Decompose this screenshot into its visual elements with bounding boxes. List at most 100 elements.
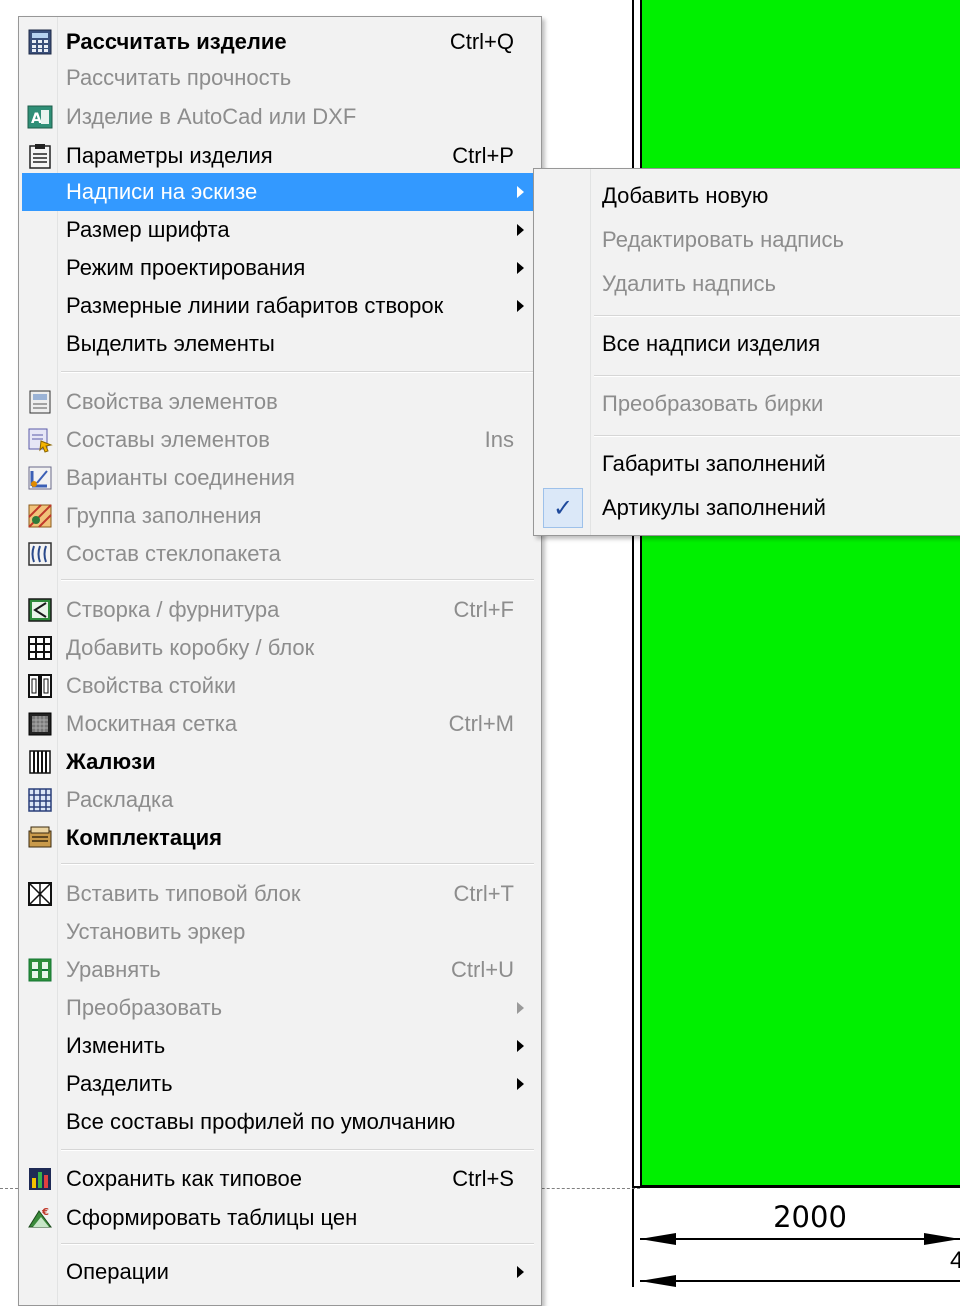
menu-item-export-autocad[interactable]: A Изделие в AutoCad или DXF: [22, 98, 538, 136]
menu-item-sash-dimension-lines[interactable]: Размерные линии габаритов створок: [22, 287, 538, 325]
menu-item-transform[interactable]: Преобразовать: [22, 989, 538, 1027]
submenu-arrow-icon: [517, 1078, 524, 1090]
menu-item-mullion-properties[interactable]: Свойства стойки: [22, 667, 538, 705]
menu-item-label: Составы элементов: [66, 427, 270, 452]
menu-item-kit[interactable]: Комплектация: [22, 819, 538, 857]
submenu-arrow-icon: [517, 1040, 524, 1052]
dimension-label-2: 4: [950, 1247, 960, 1274]
submenu-sketch-labels: Добавить новую Редактировать надпись Уда…: [533, 168, 960, 536]
menu-item-label: Размер шрифта: [66, 217, 230, 242]
menu-item-shortcut: Ctrl+S: [452, 1166, 514, 1191]
menu-item-calculate-product[interactable]: Рассчитать изделие Ctrl+Q: [22, 23, 538, 61]
menu-item-label: Параметры изделия: [66, 143, 273, 168]
menu-item-fill-group[interactable]: Группа заполнения: [22, 497, 538, 535]
kit-icon: [25, 824, 55, 852]
dimension-arrow-left-icon: [640, 1233, 676, 1245]
menu-item-label: Вставить типовой блок: [66, 881, 301, 906]
submenu-arrow-icon: [517, 1002, 524, 1014]
menu-item-font-size[interactable]: Размер шрифта: [22, 211, 538, 249]
submenu-arrow-icon: [517, 262, 524, 274]
autocad-icon: A: [25, 103, 55, 131]
menu-item-blinds[interactable]: Жалюзи: [22, 743, 538, 781]
menu-item-label: Раскладка: [66, 787, 174, 812]
menu-item-product-parameters[interactable]: Параметры изделия Ctrl+P: [22, 137, 538, 175]
dimension-line-2: [640, 1280, 960, 1282]
svg-text:A: A: [31, 111, 42, 127]
menu-item-label: Сформировать таблицы цен: [66, 1205, 358, 1230]
menu-item-connection-options[interactable]: Варианты соединения: [22, 459, 538, 497]
submenu-item-all-product-labels[interactable]: Все надписи изделия: [537, 322, 960, 366]
menu-item-label: Добавить новую: [602, 183, 769, 208]
menu-item-add-frame-block[interactable]: Добавить коробку / блок: [22, 629, 538, 667]
menu-item-element-compositions[interactable]: Составы элементов Ins: [22, 421, 538, 459]
calculator-icon: [25, 28, 55, 56]
menu-item-design-mode[interactable]: Режим проектирования: [22, 249, 538, 287]
menu-item-label: Комплектация: [66, 825, 222, 850]
menu-item-shortcut: Ctrl+Q: [449, 29, 514, 54]
menu-item-insert-typical-block[interactable]: Вставить типовой блок Ctrl+T: [22, 875, 538, 913]
menu-item-label: Надписи на эскизе: [66, 179, 258, 204]
menu-separator: [594, 375, 960, 377]
menu-item-label: Установить эркер: [66, 919, 246, 944]
submenu-item-delete-label[interactable]: Удалить надпись: [537, 262, 960, 306]
menu-item-label: Уравнять: [66, 957, 161, 982]
menu-item-label: Добавить коробку / блок: [66, 635, 315, 660]
menu-item-generate-price-tables[interactable]: € Сформировать таблицы цен: [22, 1199, 538, 1237]
menu-item-label: Разделить: [66, 1071, 173, 1096]
fill-group-icon: [25, 502, 55, 530]
menu-item-label: Рассчитать прочность: [66, 65, 292, 90]
menu-item-calculate-strength[interactable]: Рассчитать прочность: [22, 59, 538, 97]
properties-icon: [25, 388, 55, 416]
dimension-arrow-right-icon: [924, 1233, 960, 1245]
menu-item-shortcut: Ctrl+F: [453, 597, 515, 622]
submenu-arrow-icon: [517, 300, 524, 312]
menu-item-label: Габариты заполнений: [602, 451, 826, 476]
menu-item-element-properties[interactable]: Свойства элементов: [22, 383, 538, 421]
connection-icon: [25, 464, 55, 492]
menu-item-label: Редактировать надпись: [602, 227, 844, 252]
menu-item-label: Группа заполнения: [66, 503, 262, 528]
menu-item-save-as-typical[interactable]: Сохранить как типовое Ctrl+S: [22, 1160, 538, 1198]
menu-item-label: Состав стеклопакета: [66, 541, 281, 566]
menu-item-sketch-labels[interactable]: Надписи на эскизе: [22, 173, 538, 211]
menu-item-label: Все надписи изделия: [602, 331, 821, 356]
submenu-arrow-icon: [517, 186, 524, 198]
mosquito-net-icon: [25, 710, 55, 738]
submenu-item-add-new[interactable]: Добавить новую: [537, 174, 960, 218]
composition-icon: [25, 426, 55, 454]
menu-item-set-bay-window[interactable]: Установить эркер: [22, 913, 538, 951]
menu-separator: [61, 863, 534, 865]
menu-item-layout[interactable]: Раскладка: [22, 781, 538, 819]
menu-item-shortcut: Ctrl+U: [451, 957, 514, 982]
dimension-line: [640, 1238, 960, 1240]
submenu-item-edit-label[interactable]: Редактировать надпись: [537, 218, 960, 262]
save-chart-icon: [25, 1165, 55, 1193]
menu-item-equalize[interactable]: Уравнять Ctrl+U: [22, 951, 538, 989]
menu-item-label: Выделить элементы: [66, 331, 275, 356]
frame-line-bottom: [632, 1186, 960, 1188]
menu-separator: [594, 315, 960, 317]
menu-item-glass-unit-composition[interactable]: Состав стеклопакета: [22, 535, 538, 573]
submenu-item-convert-tags[interactable]: Преобразовать бирки: [537, 382, 960, 426]
menu-item-label: Артикулы заполнений: [602, 495, 826, 520]
menu-item-mosquito-net[interactable]: Москитная сетка Ctrl+M: [22, 705, 538, 743]
submenu-item-fill-articles[interactable]: ✓ Артикулы заполнений: [537, 486, 960, 530]
menu-separator: [61, 1243, 534, 1245]
grid-layout-icon: [25, 786, 55, 814]
menu-item-label: Жалюзи: [66, 749, 156, 774]
menu-item-split[interactable]: Разделить: [22, 1065, 538, 1103]
menu-item-label: Створка / фурнитура: [66, 597, 280, 622]
dimension-arrow-left-2-icon: [640, 1275, 676, 1287]
menu-item-shortcut: Ins: [484, 427, 514, 452]
submenu-item-fill-dimensions[interactable]: Габариты заполнений: [537, 442, 960, 486]
menu-item-default-profile-compositions[interactable]: Все составы профилей по умолчанию: [22, 1103, 538, 1141]
menu-item-sash-fittings[interactable]: Створка / фурнитура Ctrl+F: [22, 591, 538, 629]
menu-separator: [61, 371, 534, 373]
menu-item-label: Изделие в AutoCad или DXF: [66, 104, 357, 129]
menu-item-modify[interactable]: Изменить: [22, 1027, 538, 1065]
menu-item-operations[interactable]: Операции: [22, 1253, 538, 1291]
mullion-icon: [25, 672, 55, 700]
menu-item-select-elements[interactable]: Выделить элементы: [22, 325, 538, 363]
clipboard-icon: [25, 142, 55, 170]
menu-item-label: Варианты соединения: [66, 465, 295, 490]
